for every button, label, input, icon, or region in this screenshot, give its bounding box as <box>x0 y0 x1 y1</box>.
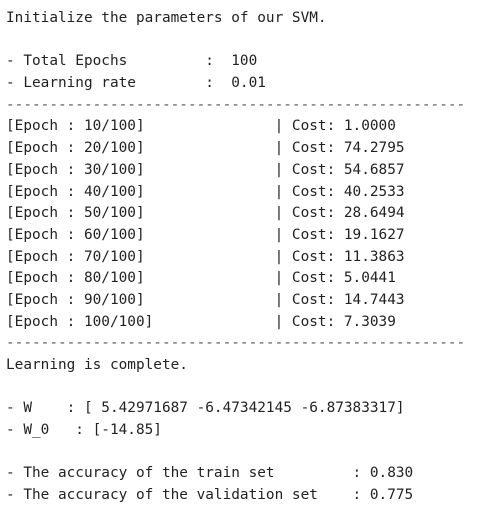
param-total-epochs: - Total Epochs : 100 <box>6 53 258 70</box>
epoch-line: [Epoch : 100/100] | Cost: 7.3039 <box>6 313 396 330</box>
epoch-line: [Epoch : 30/100] | Cost: 54.6857 <box>6 161 405 178</box>
train-accuracy-line: - The accuracy of the train set : 0.830 <box>6 465 414 482</box>
separator-top: ----------------------------------------… <box>6 96 466 113</box>
weights-w-line: - W : [ 5.42971687 -6.47342145 -6.873833… <box>6 400 405 417</box>
param-learning-rate: - Learning rate : 0.01 <box>6 75 266 92</box>
epoch-line: [Epoch : 20/100] | Cost: 74.2795 <box>6 140 405 157</box>
epoch-line: [Epoch : 50/100] | Cost: 28.6494 <box>6 205 405 222</box>
epoch-line: [Epoch : 70/100] | Cost: 11.3863 <box>6 248 405 265</box>
epoch-line: [Epoch : 90/100] | Cost: 14.7443 <box>6 291 405 308</box>
separator-bottom: ----------------------------------------… <box>6 335 466 352</box>
learning-complete-line: Learning is complete. <box>6 357 188 373</box>
epoch-line: [Epoch : 40/100] | Cost: 40.2533 <box>6 183 405 200</box>
epoch-line: [Epoch : 10/100] | Cost: 1.0000 <box>6 118 396 135</box>
intro-line: Initialize the parameters of our SVM. <box>6 10 327 26</box>
weights-w0-line: - W_0 : [-14.85] <box>6 422 162 439</box>
epoch-line: [Epoch : 80/100] | Cost: 5.0441 <box>6 270 396 287</box>
console-output: Initialize the parameters of our SVM. - … <box>0 0 488 516</box>
epoch-line: [Epoch : 60/100] | Cost: 19.1627 <box>6 226 405 243</box>
validation-accuracy-line: - The accuracy of the validation set : 0… <box>6 487 414 504</box>
